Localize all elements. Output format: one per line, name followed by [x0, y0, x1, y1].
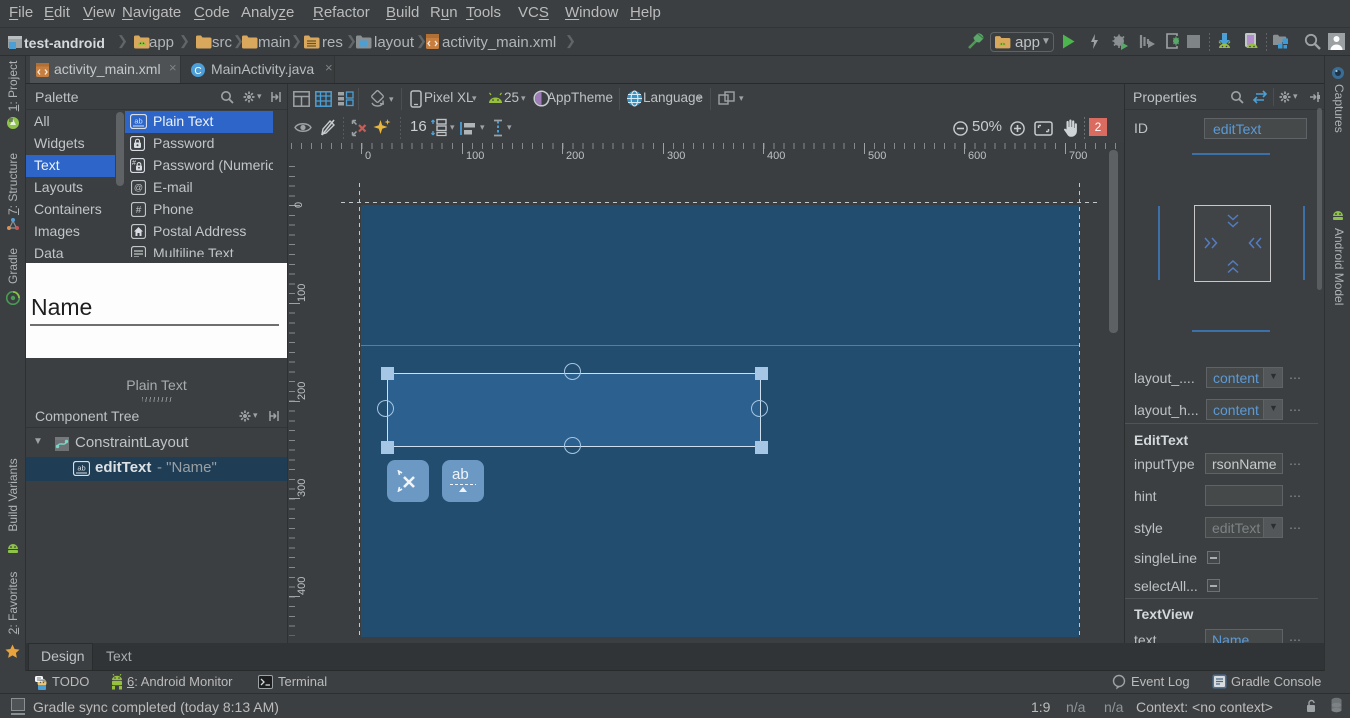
svg-text:@: @ — [134, 183, 143, 193]
svg-text:#: # — [132, 160, 136, 167]
svg-text:ab: ab — [134, 117, 142, 126]
svg-text:ab: ab — [77, 464, 85, 473]
svg-text:#: # — [136, 205, 142, 216]
svg-text:C: C — [194, 66, 201, 77]
